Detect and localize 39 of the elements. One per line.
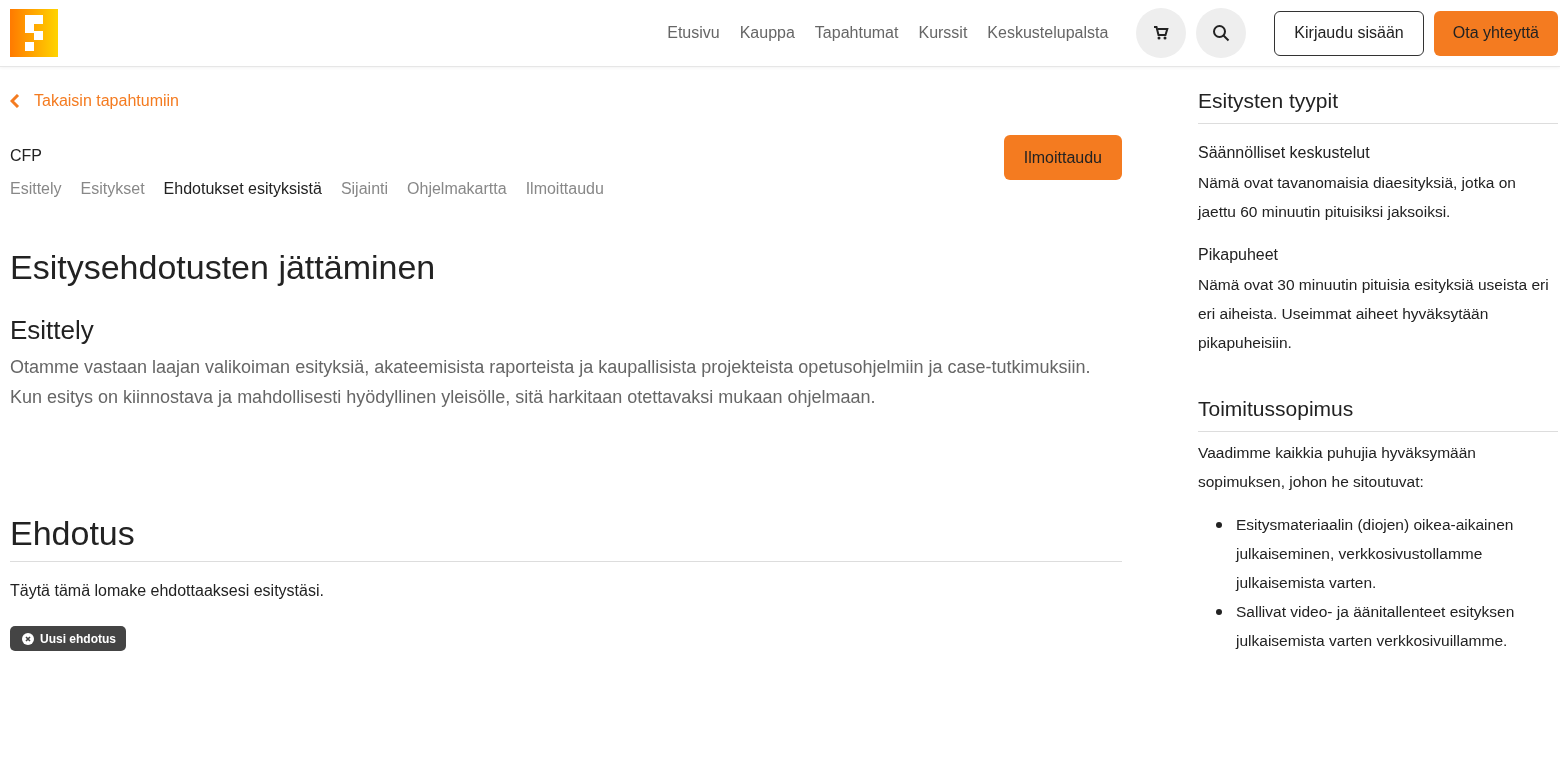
cart-button[interactable] (1136, 8, 1187, 58)
nav-link[interactable]: Tapahtumat (814, 24, 899, 42)
proposal-text: Täytä tämä lomake ehdottaaksesi esitystäsi. (10, 582, 324, 600)
tab[interactable]: Sijainti (340, 180, 389, 198)
tab[interactable]: Esitykset (80, 180, 145, 198)
agreement-item: Sallivat video- ja äänitallenteet esityksen julkaisemista varten verkkosivuillamme. (1236, 602, 1516, 651)
login-button[interactable]: Kirjaudu sisään (1274, 10, 1424, 56)
agreement-text: Vaadimme kaikkia puhujia hyväksymään sopimuksen, johon he sitoutuvat: (1198, 443, 1477, 492)
chevron-left-icon (10, 94, 20, 108)
sidebar-heading: Toimitussopimus (1198, 397, 1558, 432)
search-button[interactable] (1196, 8, 1247, 58)
section-heading: Ehdotus (10, 514, 1122, 562)
type-name: Säännölliset keskustelut (1198, 144, 1371, 162)
tab[interactable]: Ilmoittaudu (525, 180, 604, 198)
tab[interactable]: Ehdotukset esityksistä (163, 180, 322, 198)
type-name: Pikapuheet (1198, 246, 1280, 264)
nav-link[interactable]: Keskustelupalsta (987, 24, 1109, 42)
nav-link[interactable]: Kurssit (918, 24, 968, 42)
agreement-item: Esitysmateriaalin (diojen) oikea-aikainen julkaiseminen, verkkosivustollamme julkaisemista varten. (1236, 515, 1515, 593)
bullet-icon (1216, 609, 1222, 615)
event-title: CFP (10, 147, 43, 165)
section-heading: Esittely (10, 315, 94, 346)
close-circle-icon (22, 632, 34, 645)
cart-icon (1153, 25, 1170, 41)
new-proposal-button[interactable]: Uusi ehdotus (10, 626, 126, 651)
nav-link[interactable]: Kauppa (739, 24, 795, 42)
intro-paragraph: Otamme vastaan laajan valikoiman esityksiä, akateemisista raporteista ja kaupallisista projekteista opetusohjelmiin ja case-tutkimuksiin. Kun esitys on kiinnostava ja mahdollisesti hyödyllinen yleisölle, sitä harkitaan otettavaksi mukaan ohjelmaan. (10, 356, 1092, 409)
search-icon (1212, 24, 1231, 42)
type-description: Nämä ovat tavanomaisia diaesityksiä, jotka on jaettu 60 minuutin pituisiksi jaksoiksi. (1198, 173, 1517, 222)
nav-link[interactable]: Etusivu (667, 24, 720, 42)
contact-button[interactable]: Ota yhteyttä (1433, 10, 1558, 56)
page-title: Esitysehdotusten jättäminen (10, 248, 436, 287)
type-description: Nämä ovat 30 minuutin pituisia esityksiä useista eri eri aiheista. Useimmat aiheet hyväksytään pikapuheisiin. (1198, 275, 1550, 353)
logo-icon[interactable] (10, 9, 58, 57)
sidebar-heading: Esitysten tyypit (1198, 89, 1558, 124)
register-button[interactable]: Ilmoittaudu (1003, 135, 1122, 180)
bullet-icon (1216, 522, 1222, 528)
tab[interactable]: Esittely (10, 180, 62, 198)
tab[interactable]: Ohjelmakartta (407, 180, 507, 198)
